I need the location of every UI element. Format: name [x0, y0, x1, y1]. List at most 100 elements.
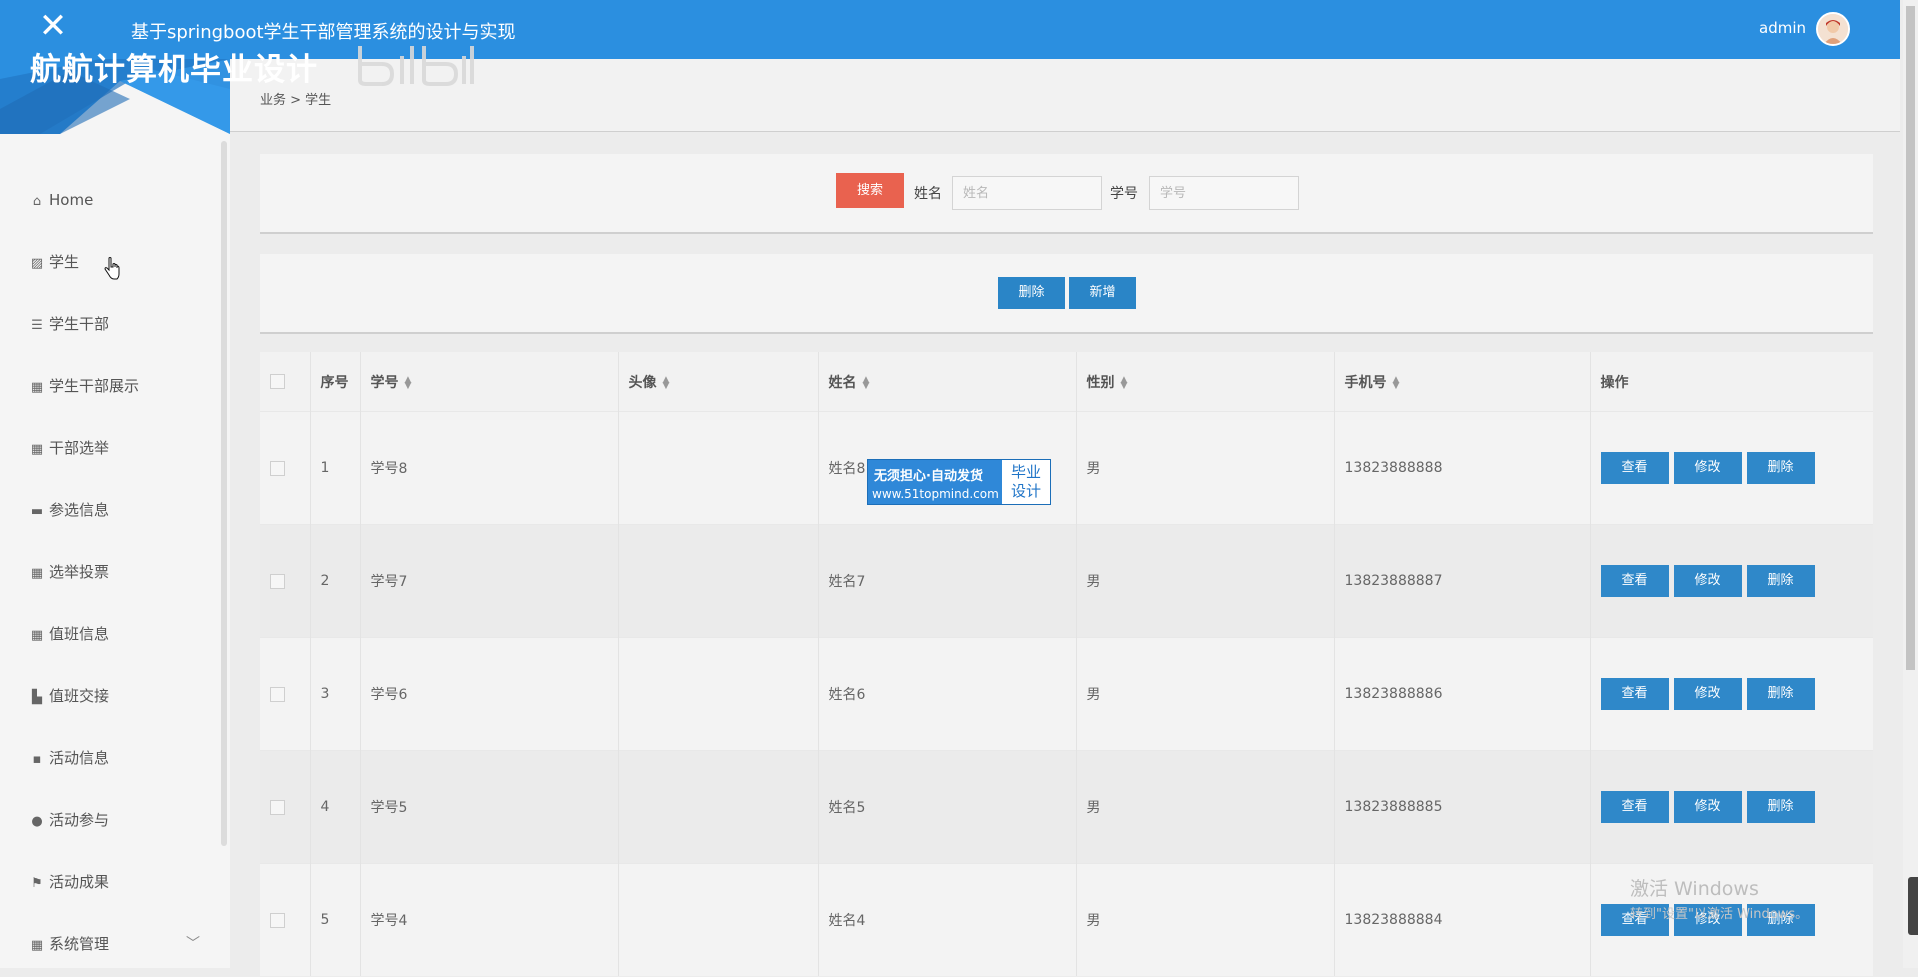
sort-icon[interactable]: ▲ ▼: [663, 375, 673, 390]
table-header-row: 序号 学号 ▲ ▼ 头像 ▲ ▼ 姓名 ▲ ▼ 性别 ▲ ▼ 手机号 ▲ ▼ 操作: [260, 352, 1873, 412]
cell-no: 1: [309, 411, 360, 525]
chart-icon: ▨: [30, 256, 44, 271]
sidebar-item-label: 学生干部展示: [49, 377, 140, 395]
bilibili-logo: bilibili: [358, 46, 474, 86]
sidebar-item-cadre-election[interactable]: ▦ 干部选举: [0, 417, 220, 479]
cell-avatar: [617, 863, 818, 976]
student-id-search-input[interactable]: [1149, 176, 1299, 210]
sidebar-item-duty-handover[interactable]: ▙ 值班交接: [0, 665, 220, 727]
mouse-cursor-icon: [104, 257, 120, 280]
col-header-gender[interactable]: 性别 ▲ ▼: [1075, 352, 1334, 412]
sidebar-item-system[interactable]: ▦ 系统管理 ﹀: [0, 913, 220, 975]
col-header-no: 序号: [309, 352, 360, 412]
flag-icon: ⚑: [31, 876, 43, 891]
view-button[interactable]: 查看: [1600, 565, 1669, 597]
activate-windows-sub: 转到"设置"以激活 Windows。: [1630, 907, 1809, 922]
search-panel: 搜索 姓名 学号: [260, 154, 1873, 234]
row-checkbox[interactable]: [270, 460, 285, 476]
sort-icon[interactable]: ▲ ▼: [863, 375, 873, 390]
sidebar-menu: ⌂ Home ▨ 学生 ☰ 学生干部 ▦ 学生干部展示 ▦ 干部选举 ▬ 参选信息 ▦ 选举投…: [0, 169, 220, 975]
row-checkbox[interactable]: [270, 686, 285, 702]
view-button[interactable]: 查看: [1600, 452, 1669, 484]
sidebar: ⌂ Home ▨ 学生 ☰ 学生干部 ▦ 学生干部展示 ▦ 干部选举 ▬ 参选信息 ▦ 选举投…: [0, 59, 230, 968]
cell-phone: 13823888888: [1333, 411, 1590, 525]
sidebar-item-activity-info[interactable]: ▪ 活动信息: [0, 727, 220, 789]
avatar[interactable]: [1816, 12, 1850, 46]
cell-gender: 男: [1075, 524, 1334, 638]
tray-handle: [1908, 877, 1918, 935]
batch-delete-button[interactable]: 删除: [998, 277, 1065, 309]
promo-line2: www.51topmind.com: [872, 487, 999, 501]
cell-student-id: 学号8: [359, 411, 618, 525]
cell-no: 5: [309, 863, 360, 976]
search-button[interactable]: 搜索: [836, 173, 904, 208]
sidebar-item-duty-info[interactable]: ▦ 值班信息: [0, 603, 220, 665]
edit-button[interactable]: 修改: [1673, 452, 1742, 484]
sort-icon[interactable]: ▲ ▼: [405, 375, 415, 390]
sidebar-item-label: 学生干部: [49, 315, 110, 333]
table-row: 2 学号7 姓名7 男 13823888887 查看 修改 删除: [260, 524, 1873, 638]
scrollbar-thumb[interactable]: [1906, 6, 1915, 670]
sidebar-item-label: 值班信息: [49, 625, 110, 643]
row-checkbox[interactable]: [270, 912, 285, 928]
sidebar-item-label: 学生: [49, 253, 80, 271]
sort-icon[interactable]: ▲ ▼: [1121, 375, 1131, 390]
add-button[interactable]: 新增: [1069, 277, 1136, 309]
cell-phone: 13823888885: [1333, 750, 1590, 864]
user-name[interactable]: admin: [1759, 19, 1806, 37]
select-all-checkbox[interactable]: [270, 374, 285, 389]
delete-button[interactable]: 删除: [1746, 791, 1815, 823]
sort-icon[interactable]: ▲ ▼: [1393, 375, 1403, 390]
stamp-icon: ▙: [32, 690, 42, 705]
sidebar-item-student-cadre[interactable]: ☰ 学生干部: [0, 293, 220, 355]
edit-button[interactable]: 修改: [1673, 678, 1742, 710]
edit-button[interactable]: 修改: [1673, 791, 1742, 823]
promo-badge[interactable]: 无须担心·自动发货 www.51topmind.com 毕业 设计: [867, 459, 1051, 505]
col-header-phone[interactable]: 手机号 ▲ ▼: [1333, 352, 1590, 412]
delete-button[interactable]: 删除: [1746, 565, 1815, 597]
name-search-input[interactable]: [952, 176, 1102, 210]
delete-button[interactable]: 删除: [1746, 678, 1815, 710]
sidebar-item-cadre-display[interactable]: ▦ 学生干部展示: [0, 355, 220, 417]
cell-student-id: 学号4: [359, 863, 618, 976]
sidebar-item-candidates[interactable]: ▬ 参选信息: [0, 479, 220, 541]
cell-no: 2: [309, 524, 360, 638]
sidebar-item-activity-join[interactable]: ● 活动参与: [0, 789, 220, 851]
student-id-label: 学号: [1110, 186, 1138, 202]
pin-icon: ●: [31, 814, 43, 829]
table-row: 3 学号6 姓名6 男 13823888886 查看 修改 删除: [260, 637, 1873, 751]
delete-button[interactable]: 删除: [1746, 452, 1815, 484]
watermark-text: 航航计算机毕业设计: [30, 52, 318, 88]
row-checkbox[interactable]: [270, 573, 285, 589]
cell-no: 4: [309, 750, 360, 864]
view-button[interactable]: 查看: [1600, 678, 1669, 710]
sidebar-item-label: 系统管理: [49, 935, 110, 953]
breadcrumb: 业务 > 学生: [260, 93, 332, 108]
cell-gender: 男: [1075, 411, 1334, 525]
sidebar-item-activity-result[interactable]: ⚑ 活动成果: [0, 851, 220, 913]
chevron-down-icon: ﹀: [186, 936, 200, 952]
sidebar-item-label: 活动信息: [49, 749, 110, 767]
list-icon: ☰: [31, 318, 43, 333]
sidebar-item-label: 参选信息: [49, 501, 110, 519]
cell-student-id: 学号6: [359, 637, 618, 751]
sidebar-item-home[interactable]: ⌂ Home: [0, 169, 220, 231]
cell-avatar: [617, 411, 818, 525]
edit-button[interactable]: 修改: [1673, 565, 1742, 597]
action-panel: 删除 新增: [260, 254, 1873, 334]
close-icon[interactable]: ✕: [38, 8, 68, 44]
row-checkbox[interactable]: [270, 799, 285, 815]
cell-avatar: [617, 750, 818, 864]
col-header-name[interactable]: 姓名 ▲ ▼: [817, 352, 1076, 412]
cell-name: 姓名7: [817, 524, 1076, 638]
breadcrumb-bar: 业务 > 学生: [230, 59, 1900, 132]
col-header-avatar[interactable]: 头像 ▲ ▼: [617, 352, 818, 412]
page-scrollbar[interactable]: [1903, 0, 1918, 968]
cell-gender: 男: [1075, 750, 1334, 864]
col-header-actions: 操作: [1589, 352, 1873, 412]
sidebar-item-voting[interactable]: ▦ 选举投票: [0, 541, 220, 603]
sidebar-scrollbar[interactable]: [221, 141, 227, 846]
col-header-student-id[interactable]: 学号 ▲ ▼: [359, 352, 618, 412]
cell-name: 姓名6: [817, 637, 1076, 751]
view-button[interactable]: 查看: [1600, 791, 1669, 823]
